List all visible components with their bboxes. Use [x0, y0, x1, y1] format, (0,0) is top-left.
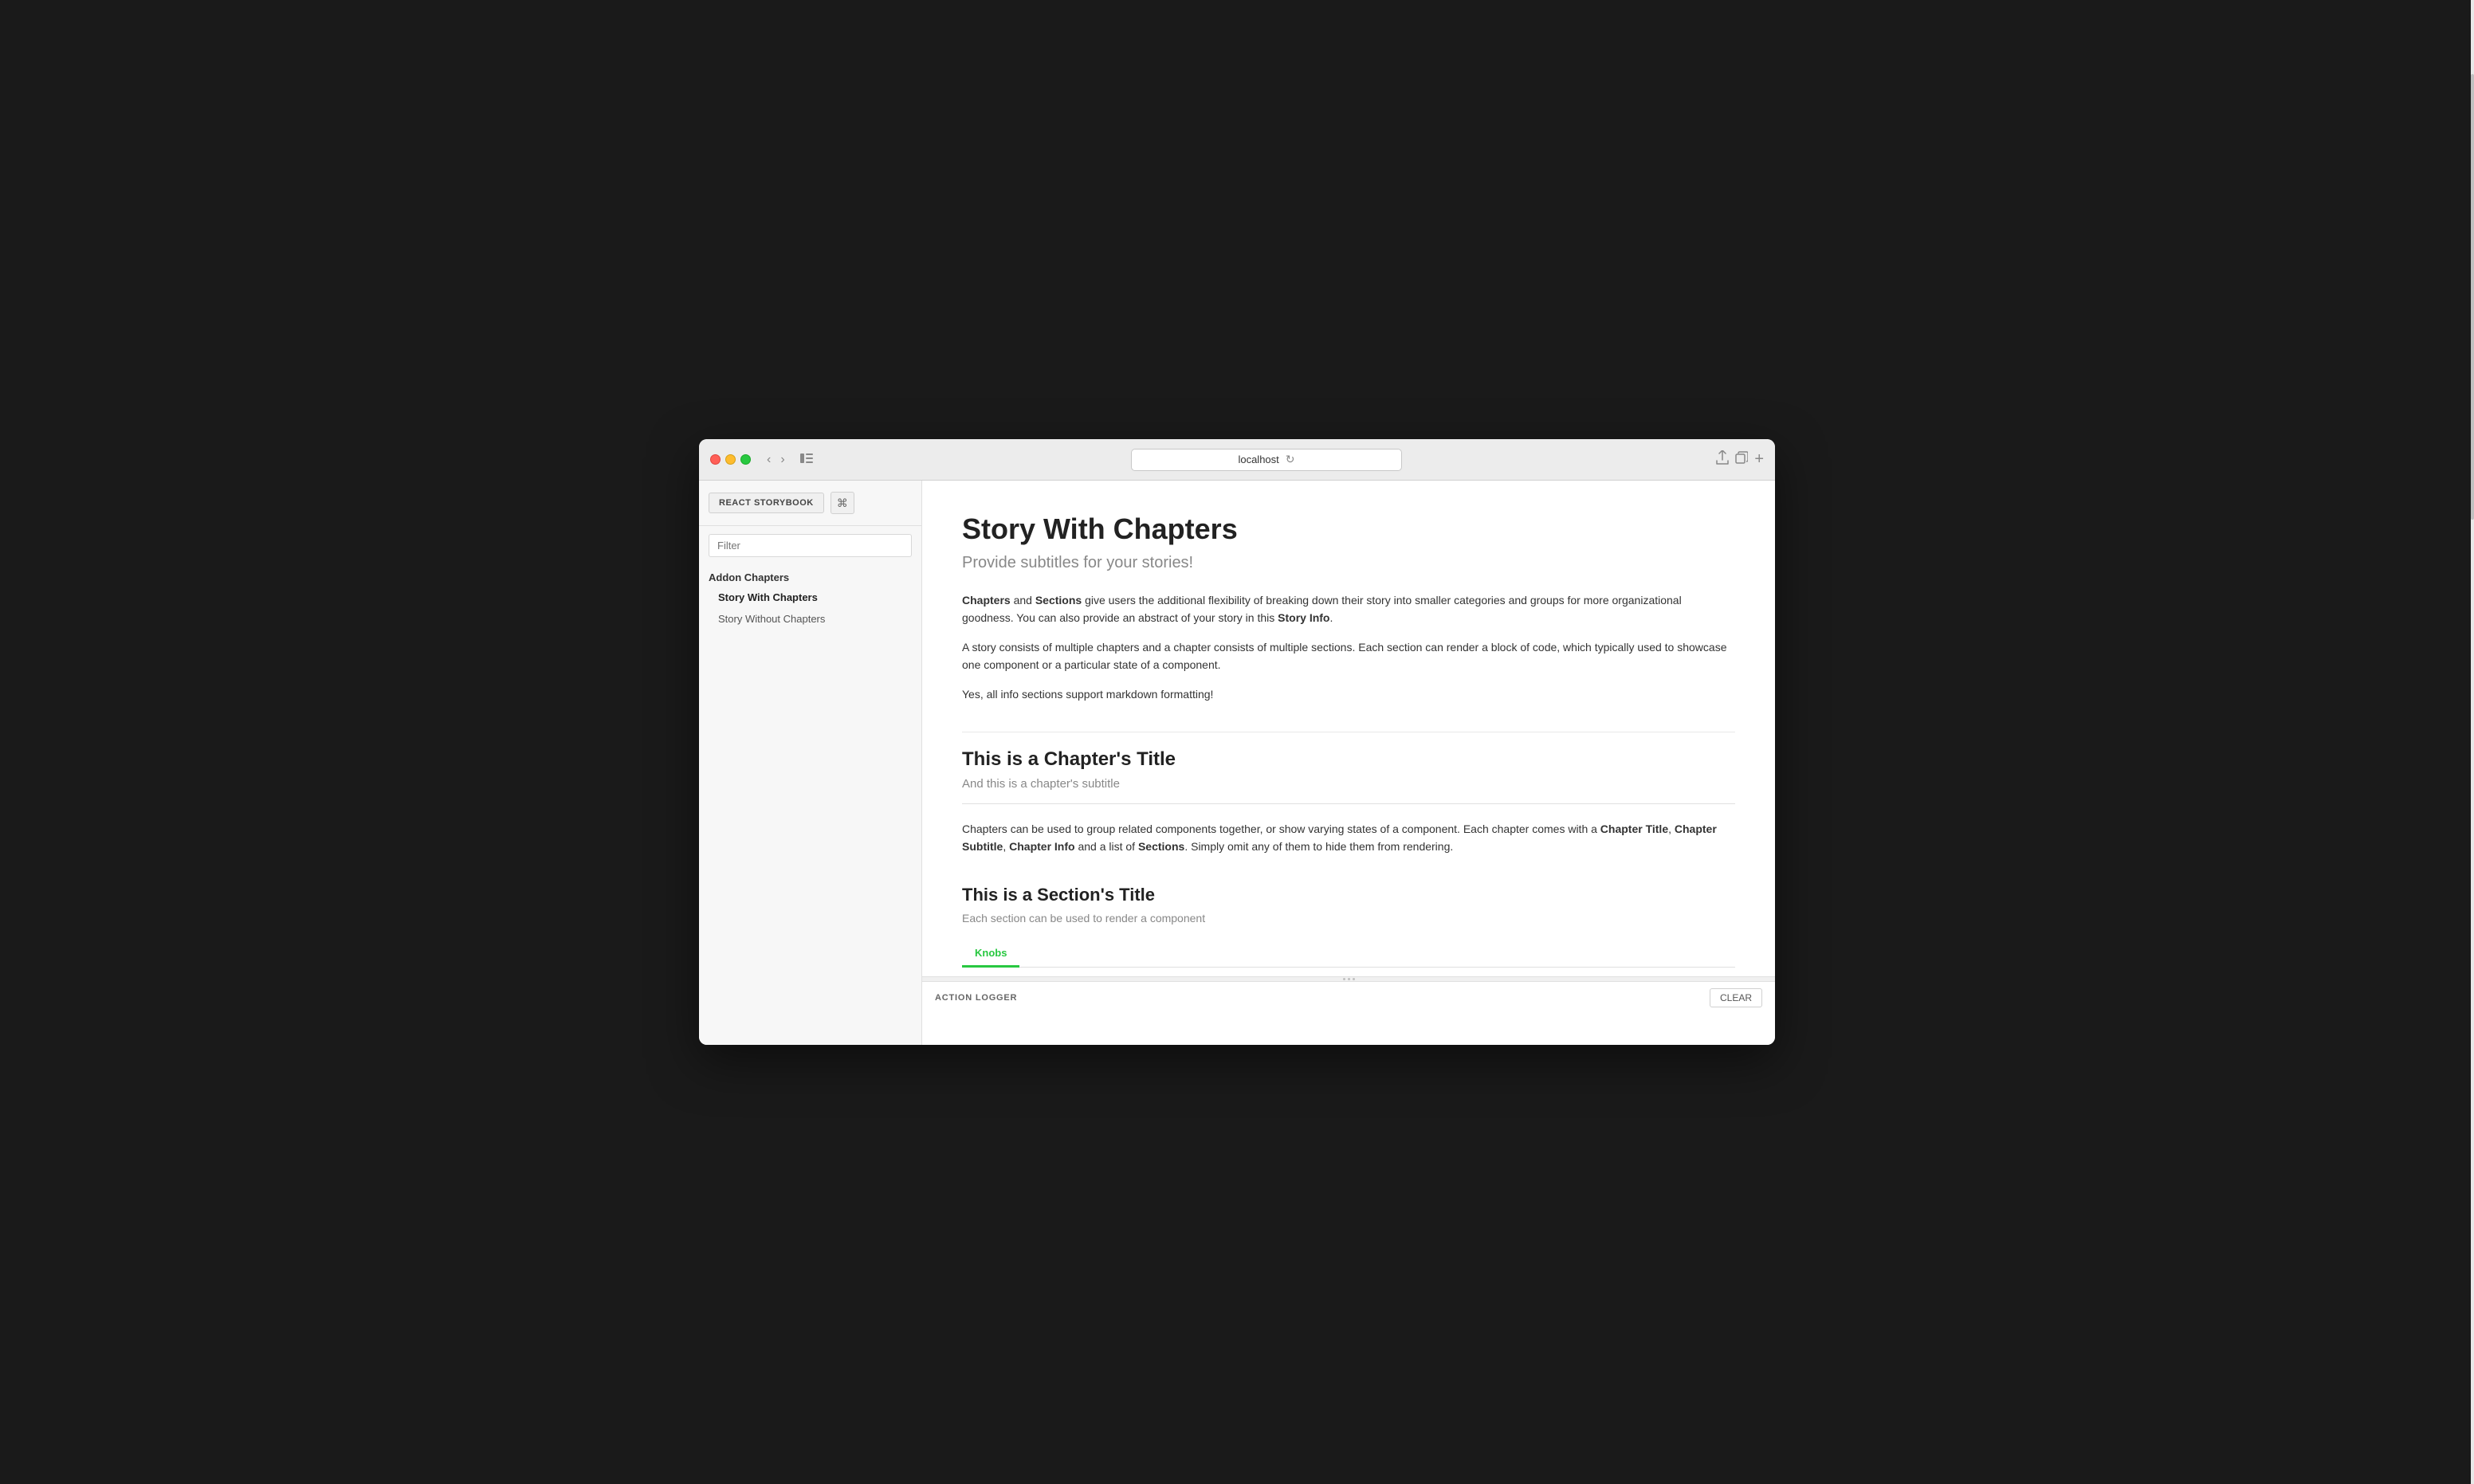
action-logger-header: ACTION LOGGER CLEAR	[922, 982, 1775, 1014]
refresh-button[interactable]: ↻	[1286, 453, 1295, 466]
clear-button[interactable]: CLEAR	[1710, 988, 1762, 1007]
maximize-button[interactable]	[740, 454, 751, 465]
resize-dot-2	[1348, 978, 1350, 980]
close-button[interactable]	[710, 454, 721, 465]
browser-window: ‹ › localhost ↻	[699, 439, 1775, 1045]
section-tab-bar: Knobs	[962, 940, 1735, 968]
intro-paragraph-3: Yes, all info sections support markdown …	[962, 685, 1735, 703]
intro-paragraph-1: Chapters and Sections give users the add…	[962, 591, 1735, 627]
sidebar-toggle-button[interactable]	[796, 451, 817, 468]
chapter-info-bold: Chapter Info	[1009, 840, 1074, 853]
resize-dot-3	[1353, 978, 1355, 980]
story-subtitle: Provide subtitles for your stories!	[962, 554, 1735, 572]
resize-dot-1	[1343, 978, 1345, 980]
section-title: This is a Section's Title	[962, 885, 1735, 905]
sidebar-header: REACT STORYBOOK ⌘	[699, 481, 921, 526]
back-button[interactable]: ‹	[764, 451, 774, 469]
action-logger-content	[922, 1014, 1775, 1045]
content-scroll: Story With Chapters Provide subtitles fo…	[922, 481, 1775, 976]
chapter-info: Chapters can be used to group related co…	[962, 820, 1735, 856]
story-info-bold: Story Info	[1278, 611, 1329, 624]
story-title: Story With Chapters	[962, 512, 1735, 546]
nav-buttons: ‹ ›	[764, 451, 788, 469]
sections-bold: Sections	[1035, 594, 1082, 607]
forward-button[interactable]: ›	[777, 451, 787, 469]
resize-dots	[1343, 978, 1355, 980]
traffic-lights	[710, 454, 751, 465]
filter-input[interactable]	[709, 534, 912, 557]
chapters-bold: Chapters	[962, 594, 1011, 607]
url-text: localhost	[1238, 453, 1278, 465]
address-bar[interactable]: localhost ↻	[1131, 449, 1402, 471]
chapter-subtitle: And this is a chapter's subtitle	[962, 777, 1735, 791]
section-subtitle: Each section can be used to render a com…	[962, 912, 1735, 925]
chapter-title: This is a Chapter's Title	[962, 748, 1735, 771]
chapter-title-bold: Chapter Title	[1600, 822, 1668, 835]
minimize-button[interactable]	[725, 454, 736, 465]
duplicate-button[interactable]	[1735, 451, 1748, 468]
content-area: Story With Chapters Provide subtitles fo…	[922, 481, 1775, 1045]
action-logger: ACTION LOGGER CLEAR	[922, 981, 1775, 1045]
browser-chrome: ‹ › localhost ↻	[699, 439, 1775, 481]
sections-bold-2: Sections	[1138, 840, 1184, 853]
tab-knobs[interactable]: Knobs	[962, 940, 1019, 968]
sidebar: REACT STORYBOOK ⌘ Addon Chapters Story W…	[699, 481, 922, 1045]
action-logger-title: ACTION LOGGER	[935, 993, 1017, 1003]
new-tab-button[interactable]: +	[1754, 450, 1764, 469]
share-button[interactable]	[1716, 450, 1729, 469]
sidebar-item-story-without-chapters[interactable]: Story Without Chapters	[699, 608, 921, 630]
browser-actions: +	[1716, 450, 1764, 469]
intro-paragraph-2: A story consists of multiple chapters an…	[962, 638, 1735, 674]
sidebar-item-story-with-chapters[interactable]: Story With Chapters	[699, 587, 921, 608]
address-bar-container: localhost ↻	[825, 449, 1709, 471]
shortcut-button[interactable]: ⌘	[831, 492, 854, 514]
main-layout: REACT STORYBOOK ⌘ Addon Chapters Story W…	[699, 481, 1775, 1045]
react-storybook-button[interactable]: REACT STORYBOOK	[709, 493, 824, 513]
chapter-divider	[962, 803, 1735, 804]
sidebar-section-title: Addon Chapters	[699, 565, 921, 587]
